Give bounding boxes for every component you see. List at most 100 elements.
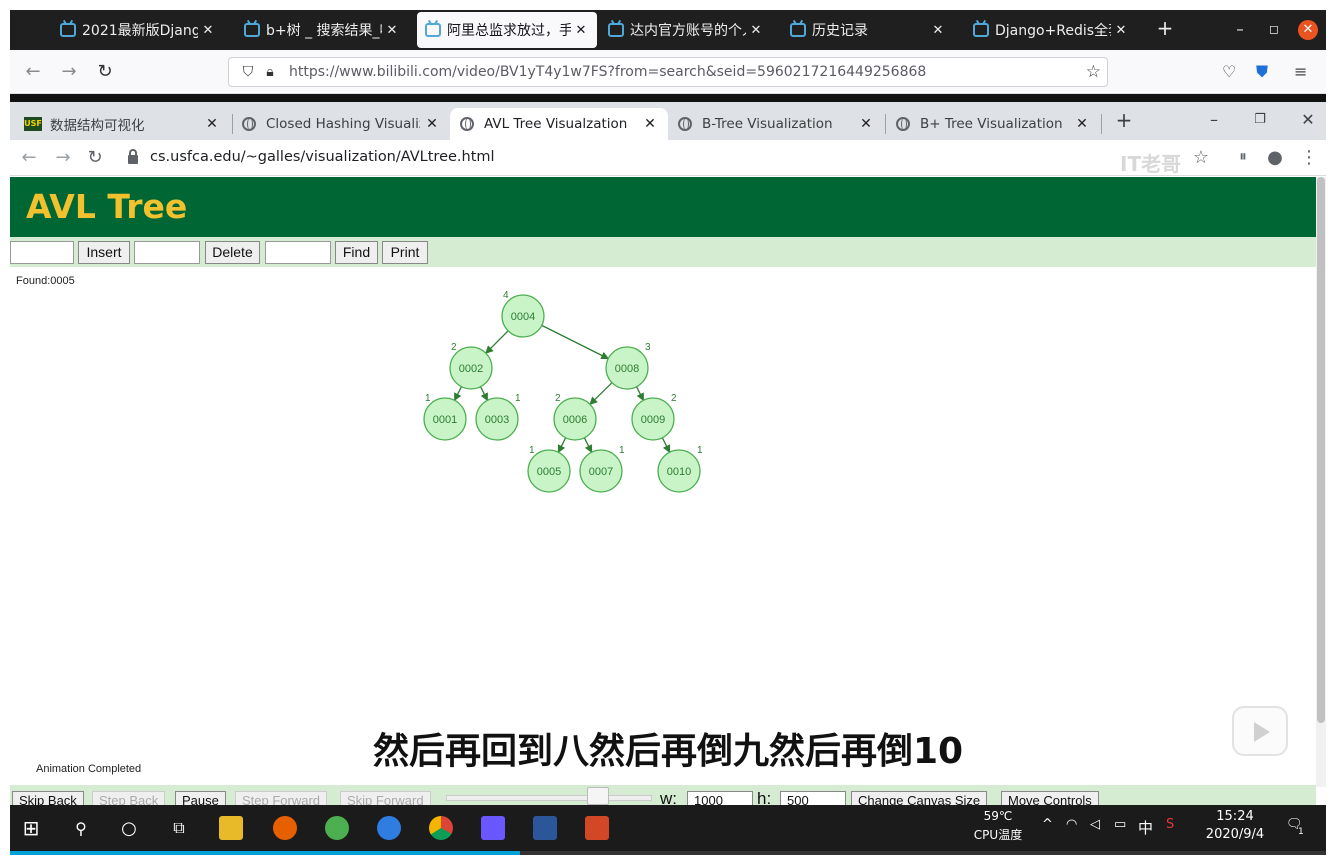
chrome-tab-bplus-tree[interactable]: B+ Tree Visualization ✕ (886, 108, 1100, 140)
chrome-tab-visualization[interactable]: USF 数据结构可视化 ✕ (14, 108, 230, 140)
url-text[interactable]: https://www.bilibili.com/video/BV1yT4y1w… (289, 64, 926, 80)
skip-back-button[interactable]: Skip Back (12, 791, 84, 805)
canvas-height-input[interactable]: 500 (780, 791, 846, 805)
firefox-taskbar-icon[interactable] (270, 813, 300, 843)
firefox-tab-tarena[interactable]: 达内官方账号的个人 ✕ (600, 12, 772, 48)
video-progress-played[interactable] (10, 851, 520, 855)
speed-slider[interactable] (446, 795, 652, 801)
tree-node-height: 2 (671, 393, 677, 404)
video-progress-remaining[interactable] (520, 851, 1326, 855)
close-icon[interactable]: ✕ (384, 23, 400, 38)
close-icon[interactable]: ✕ (424, 116, 440, 132)
pocket-icon[interactable]: ♡ (1222, 62, 1236, 81)
search-icon[interactable]: ⚲ (66, 813, 96, 843)
reload-icon[interactable]: ↻ (94, 61, 116, 82)
close-icon[interactable]: ✕ (642, 116, 658, 132)
firefox-tab-active-video[interactable]: 阿里总监求放过，手 ✕ (417, 12, 597, 48)
chevron-up-icon[interactable]: ^ (1042, 817, 1053, 832)
back-arrow-icon[interactable]: ← (22, 61, 44, 82)
reload-icon[interactable]: ↻ (84, 147, 106, 168)
close-icon[interactable]: ✕ (930, 23, 946, 38)
profile-icon[interactable]: ● (1264, 147, 1286, 168)
shield-icon[interactable]: ⛉ (237, 64, 259, 80)
extension-icon[interactable]: ⏸ (1232, 147, 1254, 165)
menu-icon[interactable]: ≡ (1294, 62, 1307, 81)
tab-label: 历史记录 (812, 23, 868, 39)
new-tab-button[interactable]: + (1155, 16, 1175, 40)
skip-forward-button[interactable]: Skip Forward (340, 791, 431, 805)
close-icon[interactable]: ✕ (858, 116, 874, 132)
tree-node-key: 0005 (537, 466, 561, 478)
ime-indicator[interactable]: 中 (1138, 817, 1153, 838)
delete-input[interactable] (134, 241, 200, 264)
tree-node-key: 0001 (433, 414, 457, 426)
firefox-tab-history[interactable]: 历史记录 ✕ (782, 12, 954, 48)
find-input[interactable] (265, 241, 331, 264)
task-view-icon[interactable]: ⧉ (164, 813, 194, 843)
tab-label: AVL Tree Visualzation (484, 116, 628, 132)
tree-node-key: 0004 (511, 311, 535, 323)
browser-360-icon[interactable] (322, 813, 352, 843)
close-window-button[interactable]: ✕ (1298, 110, 1318, 129)
delete-button[interactable]: Delete (205, 241, 260, 264)
bookmark-star-icon[interactable]: ☆ (1086, 62, 1101, 82)
close-icon[interactable]: ✕ (200, 23, 216, 38)
find-button[interactable]: Find (335, 241, 378, 264)
chrome-tab-btree[interactable]: B-Tree Visualization ✕ (668, 108, 884, 140)
url-text[interactable]: cs.usfca.edu/~galles/visualization/AVLtr… (150, 149, 495, 165)
close-icon[interactable]: ✕ (204, 116, 220, 132)
feishu-icon[interactable] (374, 813, 404, 843)
back-arrow-icon[interactable]: ← (18, 147, 40, 168)
windows-start-icon[interactable]: ⊞ (16, 813, 46, 843)
new-tab-button[interactable]: + (1114, 108, 1134, 132)
menu-icon[interactable]: ⋮ (1298, 147, 1320, 168)
battery-icon[interactable]: ▭ (1114, 817, 1126, 832)
powerpoint-icon[interactable] (582, 813, 612, 843)
close-icon[interactable]: ✕ (1074, 116, 1090, 132)
minimize-button[interactable]: – (1230, 20, 1250, 38)
file-explorer-icon[interactable] (216, 813, 246, 843)
step-forward-button[interactable]: Step Forward (235, 791, 328, 805)
minimize-button[interactable]: – (1204, 110, 1224, 129)
address-bar[interactable]: ⛉ 🔒︎ https://www.bilibili.com/video/BV1y… (228, 57, 1108, 87)
insert-input[interactable] (10, 241, 74, 264)
maximize-button[interactable]: ◻ (1264, 22, 1284, 36)
cortana-icon[interactable]: ○ (114, 813, 144, 843)
close-icon[interactable]: ✕ (1113, 23, 1129, 38)
tree-node-key: 0002 (459, 363, 483, 375)
speed-slider-handle[interactable] (587, 787, 609, 805)
extension-icon[interactable]: ⛊ (1256, 62, 1268, 82)
bookmark-star-icon[interactable]: ☆ (1190, 147, 1212, 168)
chrome-tab-avl-active[interactable]: AVL Tree Visualzation ✕ (450, 108, 668, 140)
canvas-width-input[interactable]: 1000 (687, 791, 753, 805)
firefox-tab-bplus-search[interactable]: b+树 _ 搜索结果_哔 ✕ (236, 12, 408, 48)
lock-icon[interactable]: 🔒︎ (259, 64, 281, 80)
play-icon[interactable] (1232, 706, 1288, 756)
volume-icon[interactable]: ◁ (1090, 817, 1100, 832)
firefox-tab-django[interactable]: 2021最新版Django ✕ (52, 12, 224, 48)
address-bar[interactable]: cs.usfca.edu/~galles/visualization/AVLtr… (128, 148, 495, 165)
restore-button[interactable]: ❐ (1250, 112, 1270, 127)
close-window-button[interactable]: ✕ (1298, 20, 1318, 40)
forward-arrow-icon[interactable]: → (58, 61, 80, 82)
close-icon[interactable]: ✕ (573, 23, 589, 38)
move-controls-button[interactable]: Move Controls (1001, 791, 1099, 805)
close-icon[interactable]: ✕ (748, 23, 764, 38)
print-button[interactable]: Print (382, 241, 428, 264)
clock-date[interactable]: 2020/9/4 (1200, 827, 1270, 842)
chrome-taskbar-icon[interactable] (426, 813, 456, 843)
word-icon[interactable] (530, 813, 560, 843)
firefox-tab-django-redis[interactable]: Django+Redis全套 ✕ (965, 12, 1137, 48)
forward-arrow-icon[interactable]: → (52, 147, 74, 168)
sogou-icon[interactable]: S (1166, 817, 1174, 832)
insert-button[interactable]: Insert (78, 241, 130, 264)
change-canvas-size-button[interactable]: Change Canvas Size (851, 791, 988, 805)
wifi-icon[interactable]: ◠ (1066, 817, 1077, 832)
pause-button[interactable]: Pause (175, 791, 226, 805)
jetbrains-icon[interactable] (478, 813, 508, 843)
scrollbar-thumb[interactable] (1317, 177, 1325, 723)
tree-node-0009: 0009 2 (631, 393, 677, 441)
clock-time[interactable]: 15:24 (1200, 809, 1270, 824)
chrome-tab-closed-hashing[interactable]: Closed Hashing Visualiza ✕ (232, 108, 450, 140)
step-back-button[interactable]: Step Back (92, 791, 166, 805)
